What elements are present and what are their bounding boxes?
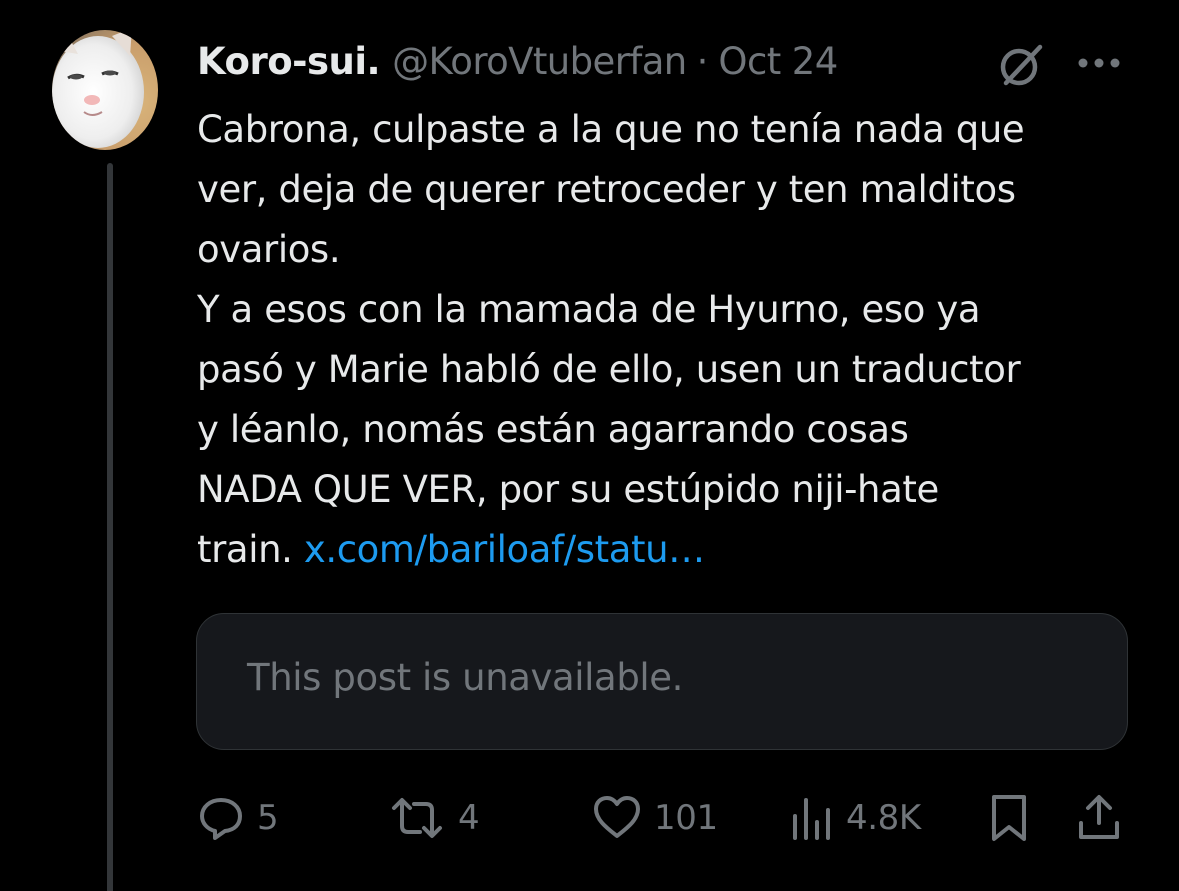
author-name[interactable]: Koro-sui. [197, 40, 381, 83]
tweet-date[interactable]: Oct 24 [718, 40, 838, 83]
tweet-header: Koro-sui. @KoroVtuberfan · Oct 24 [197, 36, 838, 86]
reply-icon [200, 798, 242, 840]
tweet-text-line: Cabrona, culpaste a la que no tenía nada… [197, 108, 1025, 151]
header-separator: · [696, 39, 709, 83]
bookmark-icon [992, 795, 1026, 841]
author-handle[interactable]: @KoroVtuberfan [392, 40, 687, 83]
action-bar: 5 4 101 4.8K [0, 790, 1179, 846]
bookmark-button[interactable] [988, 790, 1030, 846]
tweet-text-fragment: train. [197, 528, 304, 571]
like-button[interactable]: 101 [592, 790, 718, 846]
tweet-text-line: pasó y Marie habló de ello, usen un trad… [197, 348, 1021, 391]
tweet-text-line: ver, deja de querer retroceder y ten mal… [197, 168, 1016, 211]
tweet-text-line: ovarios. [197, 228, 341, 271]
quote-unavailable-text: This post is unavailable. [247, 656, 684, 699]
reply-count: 5 [257, 798, 279, 838]
thread-connector-line [107, 163, 113, 891]
like-icon [594, 796, 640, 838]
author-avatar[interactable] [52, 30, 158, 150]
tweet-text-last-line: train. x.com/bariloaf/statu… [197, 520, 1157, 580]
more-icon[interactable] [1076, 56, 1122, 70]
reply-button[interactable]: 5 [197, 790, 279, 846]
tweet-body: Cabrona, culpaste a la que no tenía nada… [197, 100, 1157, 580]
tweet-text-line: y léanlo, nomás están agarrando cosas [197, 408, 909, 451]
repost-icon [392, 798, 442, 838]
like-count: 101 [654, 798, 718, 838]
views-count: 4.8K [846, 798, 921, 838]
views-button[interactable]: 4.8K [790, 790, 921, 846]
repost-count: 4 [458, 798, 480, 838]
avatar-image [52, 30, 158, 150]
tweet-link[interactable]: x.com/bariloaf/statu… [304, 528, 705, 571]
repost-button[interactable]: 4 [388, 790, 480, 846]
tweet-text-line: NADA QUE VER, por su estúpido niji-hate [197, 468, 939, 511]
grok-icon[interactable] [996, 40, 1046, 90]
share-icon [1079, 795, 1119, 839]
views-icon [793, 798, 830, 840]
share-button[interactable] [1076, 790, 1122, 846]
quoted-post-card[interactable]: This post is unavailable. [196, 613, 1128, 750]
tweet-text-line: Y a esos con la mamada de Hyurno, eso ya [197, 288, 981, 331]
